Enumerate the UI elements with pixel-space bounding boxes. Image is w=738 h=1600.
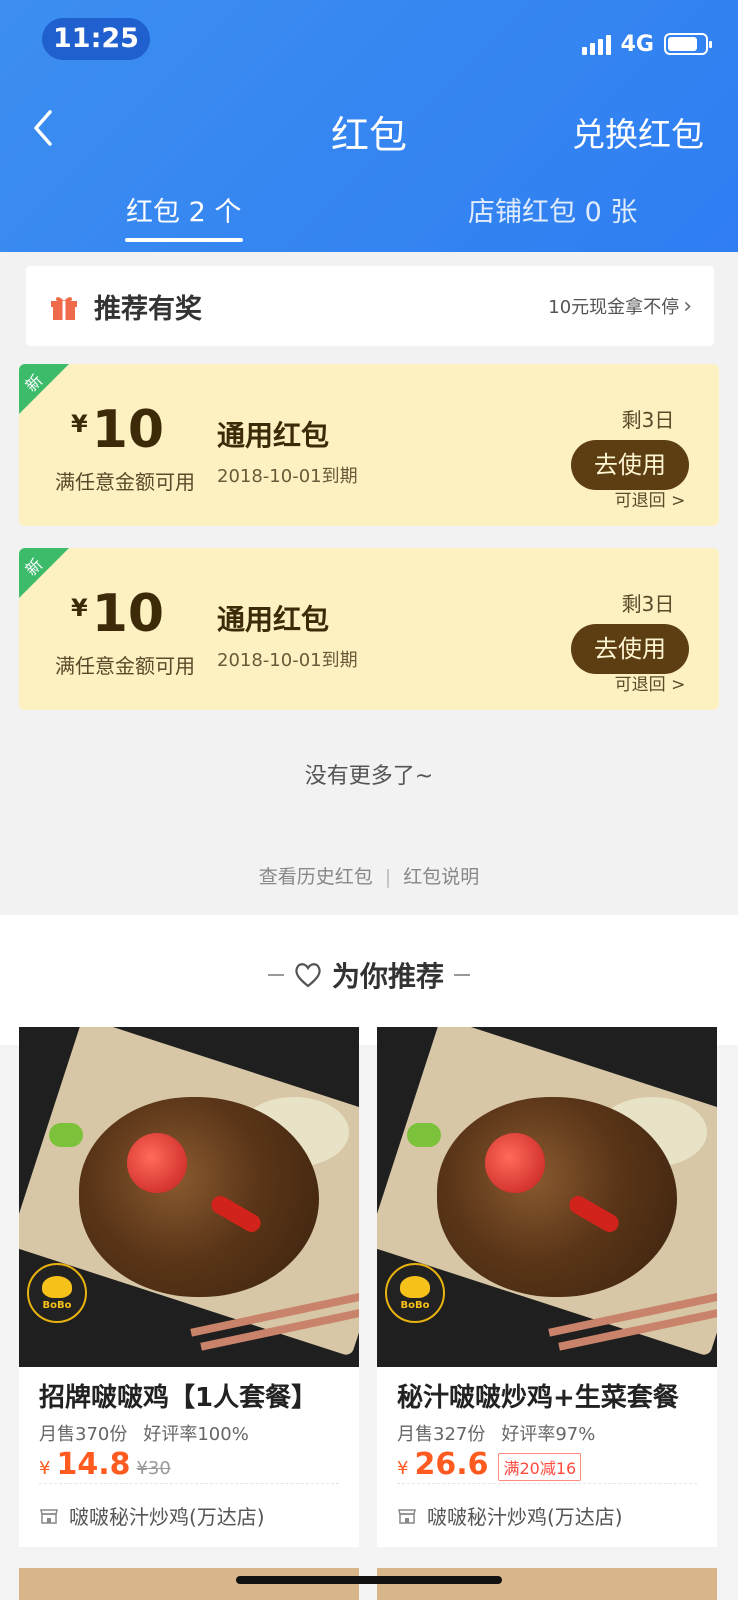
food-card-next[interactable] xyxy=(19,1568,359,1600)
food-card-next[interactable] xyxy=(377,1568,717,1600)
coupon-currency: ¥ xyxy=(71,594,88,622)
coupon-amount: ¥ 10 xyxy=(71,588,164,640)
card-divider xyxy=(39,1483,339,1484)
redpacket-explain-link[interactable]: 红包说明 xyxy=(403,866,479,888)
coupon-card[interactable]: 新 ¥ 10 满任意金额可用 通用红包 2018-10-01到期 剩3日 可退回… xyxy=(19,548,719,710)
status-indicators: 4G xyxy=(581,30,712,58)
brand-logo: BoBo xyxy=(27,1263,87,1323)
logo-text: BoBo xyxy=(400,1299,430,1311)
home-indicator[interactable] xyxy=(236,1576,502,1584)
coupon-currency: ¥ xyxy=(71,410,88,438)
referral-title: 推荐有奖 xyxy=(94,293,202,325)
referral-promo: 10元现金拿不停 xyxy=(548,297,680,318)
tab-store-redpacket[interactable]: 店铺红包 0 张 xyxy=(468,190,637,229)
history-redpacket-link[interactable]: 查看历史红包 xyxy=(259,866,373,888)
rating: 好评率97% xyxy=(501,1424,596,1445)
food-image[interactable]: BoBo xyxy=(19,1027,359,1367)
coupon-value: 10 xyxy=(91,400,165,460)
title-dash-left xyxy=(267,974,284,976)
coupon-name: 通用红包 xyxy=(217,603,330,636)
food-stats: 月售327份 好评率97% xyxy=(397,1420,595,1446)
food-name: 秘汁啵啵炒鸡+生菜套餐 xyxy=(397,1383,679,1413)
current-price: 26.6 xyxy=(414,1447,489,1482)
heart-icon xyxy=(295,963,321,988)
food-stats: 月售370份 好评率100% xyxy=(39,1420,249,1446)
no-more-text: 没有更多了~ xyxy=(304,764,434,789)
coupon-remaining: 剩3日 xyxy=(621,408,675,432)
tab-bar: 红包 2 个 店铺红包 0 张 xyxy=(0,190,738,250)
chevron-right-icon: › xyxy=(683,293,692,319)
brand-logo: BoBo xyxy=(385,1263,445,1323)
coupon-amount: ¥ 10 xyxy=(71,404,164,456)
title-dash-right xyxy=(454,974,470,976)
price-currency: ¥ xyxy=(397,1458,409,1479)
coupon-remaining: 剩3日 xyxy=(621,592,675,616)
tab-redpacket[interactable]: 红包 2 个 xyxy=(126,190,241,229)
use-coupon-button[interactable]: 去使用 xyxy=(571,624,689,674)
food-card[interactable]: BoBo 招牌啵啵鸡【1人套餐】 月售370份 好评率100% ¥ 14.8 ¥3… xyxy=(19,1027,359,1547)
current-price: 14.8 xyxy=(56,1447,131,1482)
shop-row[interactable]: 啵啵秘汁炒鸡(万达店) xyxy=(39,1501,265,1530)
monthly-sales: 月售327份 xyxy=(397,1424,486,1445)
logo-text: BoBo xyxy=(42,1299,72,1311)
coupon-expire: 2018-10-01到期 xyxy=(217,466,358,487)
rating: 好评率100% xyxy=(143,1424,249,1445)
coupon-expire: 2018-10-01到期 xyxy=(217,650,358,671)
coupon-condition: 满任意金额可用 xyxy=(55,654,195,678)
gift-icon xyxy=(51,297,77,320)
footer-links: 查看历史红包 | 红包说明 xyxy=(0,862,738,889)
monthly-sales: 月售370份 xyxy=(39,1424,128,1445)
network-type: 4G xyxy=(620,31,654,57)
price-currency: ¥ xyxy=(39,1458,51,1479)
coupon-value: 10 xyxy=(91,584,165,644)
tab-active-indicator xyxy=(125,238,243,242)
recommend-header: 为你推荐 xyxy=(0,955,738,995)
coupon-name: 通用红包 xyxy=(217,419,330,452)
shop-row[interactable]: 啵啵秘汁炒鸡(万达店) xyxy=(397,1501,623,1530)
food-name: 招牌啵啵鸡【1人套餐】 xyxy=(39,1383,318,1413)
food-image[interactable]: BoBo xyxy=(377,1027,717,1367)
coupon-condition: 满任意金额可用 xyxy=(55,470,195,494)
discount-tag: 满20减16 xyxy=(498,1453,582,1481)
card-divider xyxy=(397,1483,697,1484)
shop-icon xyxy=(398,1508,416,1524)
header: 11:25 4G 红包 兑换红包 红包 2 个 店铺红包 0 张 xyxy=(0,0,738,252)
shop-icon xyxy=(40,1508,58,1524)
shop-name: 啵啵秘汁炒鸡(万达店) xyxy=(427,1505,623,1529)
battery-icon xyxy=(664,33,712,55)
link-separator: | xyxy=(384,866,392,888)
food-price: ¥ 14.8 ¥30 xyxy=(39,1447,171,1482)
signal-icon xyxy=(581,33,611,55)
status-time: 11:25 xyxy=(42,18,150,60)
food-price: ¥ 26.6 满20减16 xyxy=(397,1447,582,1482)
use-coupon-button[interactable]: 去使用 xyxy=(571,440,689,490)
shop-name: 啵啵秘汁炒鸡(万达店) xyxy=(69,1505,265,1529)
referral-banner[interactable]: 推荐有奖 10元现金拿不停 › xyxy=(26,266,714,346)
coupon-card[interactable]: 新 ¥ 10 满任意金额可用 通用红包 2018-10-01到期 剩3日 可退回… xyxy=(19,364,719,526)
original-price: ¥30 xyxy=(136,1458,171,1479)
food-card[interactable]: BoBo 秘汁啵啵炒鸡+生菜套餐 月售327份 好评率97% ¥ 26.6 满20… xyxy=(377,1027,717,1547)
recommend-title: 为你推荐 xyxy=(331,960,444,993)
exchange-redpacket-button[interactable]: 兑换红包 xyxy=(572,108,704,156)
